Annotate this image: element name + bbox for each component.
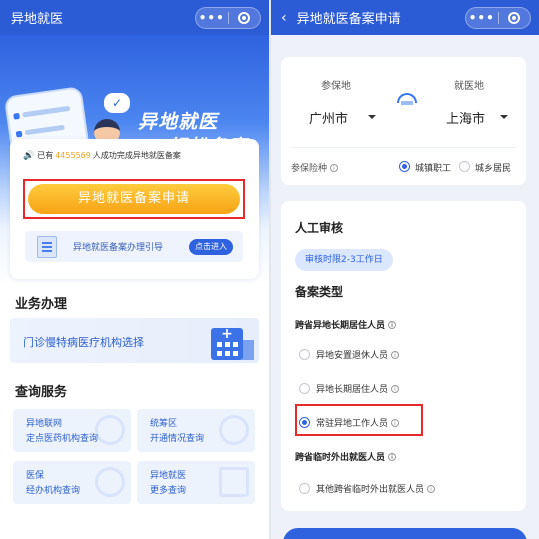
more-menu-icon[interactable]: ••• (196, 8, 228, 28)
mini-program-capsule: ••• (465, 7, 531, 29)
cross-icon (95, 415, 125, 445)
location-card: 参保地 广州市 就医地 上海市 参保险种 i 城镇职工 城乡居民 (281, 57, 526, 185)
radio-other-temporary (299, 483, 310, 494)
filing-count: 4455569 (55, 151, 91, 160)
enter-icon (219, 467, 249, 497)
left-screen: 异地就医 ••• ✓ 异地就医 轻松备案 🔊 已有 4455569 人成功完成异… (0, 0, 269, 539)
option-urban-employee[interactable]: 城镇职工 (415, 161, 451, 174)
radio-urban-employee[interactable] (399, 161, 410, 172)
treatment-dropdown-icon[interactable] (500, 115, 508, 119)
left-nav-bar: 异地就医 ••• (0, 0, 269, 35)
treatment-city-select[interactable]: 上海市 (446, 108, 485, 127)
close-mini-program-icon[interactable] (498, 12, 530, 24)
business-section-title: 业务办理 (15, 297, 68, 312)
info-icon: i (427, 485, 436, 493)
insured-place-label: 参保地 (321, 81, 351, 92)
swap-icon (395, 89, 419, 109)
treatment-place-label: 就医地 (454, 81, 484, 92)
review-time-badge: 审核时限2-3工作日 (295, 249, 393, 271)
document-icon (37, 235, 57, 258)
option-other-temporary[interactable]: 其他跨省临时外出就医人员 i (299, 482, 436, 495)
left-page-title: 异地就医 (11, 12, 64, 27)
info-icon: i (391, 419, 400, 427)
filing-guide-bar[interactable]: 异地就医备案办理引导 点击进入 (25, 231, 243, 262)
apply-filing-button[interactable]: 异地就医备案申请 (28, 184, 240, 214)
info-icon: i (391, 351, 400, 359)
back-arrow-icon[interactable]: ‹ (271, 10, 287, 26)
query-section-title: 查询服务 (15, 385, 68, 400)
filing-type-title: 备案类型 (295, 285, 344, 299)
filing-type-card: 人工审核 审核时限2-3工作日 备案类型 跨省异地长期居住人员 i 异地安置退休人… (281, 201, 526, 511)
speaker-icon: 🔊 (23, 150, 35, 161)
info-icon: i (330, 164, 339, 172)
insured-city-select[interactable]: 广州市 (309, 108, 348, 127)
query-item-more[interactable]: 异地就医 更多查询 (137, 461, 255, 504)
right-page-title: 异地就医备案申请 (296, 12, 401, 27)
insurance-type-label: 参保险种 i (291, 161, 339, 174)
review-title: 人工审核 (295, 221, 344, 235)
submit-button[interactable] (283, 528, 527, 539)
radio-resident-worker (299, 417, 310, 428)
filing-count-notice: 🔊 已有 4455569 人成功完成异地就医备案 (23, 150, 181, 161)
right-screen: ‹ 异地就医备案申请 ••• 参保地 广州市 就医地 上海市 参保险种 i 城镇职… (271, 0, 539, 539)
info-icon: i (388, 453, 397, 461)
business-item-clinic-selection[interactable]: 门诊慢特病医疗机构选择 (10, 318, 259, 363)
query-item-network-institutions[interactable]: 异地联网 定点医药机构查询 (13, 409, 131, 452)
query-item-region-status[interactable]: 统筹区 开通情况查询 (137, 409, 255, 452)
guide-text: 异地就医备案办理引导 (73, 243, 164, 253)
option-resident-worker[interactable]: 常驻异地工作人员 i (299, 416, 400, 429)
query-item-agency[interactable]: 医保 经办机构查询 (13, 461, 131, 504)
info-icon: i (388, 321, 397, 329)
radio-urban-rural-resident[interactable] (459, 161, 470, 172)
option-long-term-resident[interactable]: 异地长期居住人员 i (299, 382, 400, 395)
close-mini-program-icon[interactable] (228, 12, 260, 24)
group-long-term-title: 跨省异地长期居住人员 i (295, 318, 397, 331)
guide-enter-button[interactable]: 点击进入 (189, 239, 233, 255)
more-menu-icon[interactable]: ••• (466, 8, 498, 28)
layers-icon (95, 467, 125, 497)
radio-long-term-resident (299, 383, 310, 394)
radio-retired-relocated (299, 349, 310, 360)
check-bubble-icon: ✓ (104, 93, 130, 113)
slogan-line-1: 异地就医 (138, 111, 219, 133)
hospital-icon (211, 326, 243, 360)
insured-dropdown-icon[interactable] (368, 115, 376, 119)
group-temporary-title: 跨省临时外出就医人员 i (295, 450, 397, 463)
right-nav-bar: ‹ 异地就医备案申请 ••• (271, 0, 539, 35)
option-urban-rural-resident[interactable]: 城乡居民 (475, 161, 511, 174)
option-retired-relocated[interactable]: 异地安置退休人员 i (299, 348, 400, 361)
mini-program-capsule: ••• (195, 7, 261, 29)
location-icon (219, 415, 249, 445)
info-icon: i (391, 385, 400, 393)
